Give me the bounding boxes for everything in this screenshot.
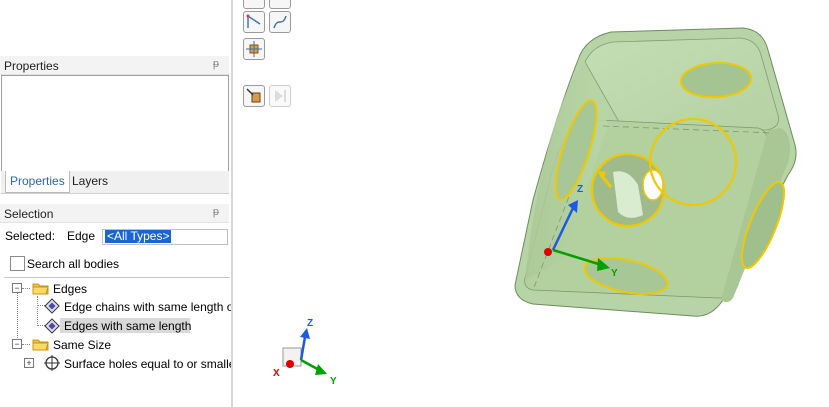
hole-front-large[interactable] — [590, 152, 666, 228]
view-orientation-triad[interactable]: Z Y X — [273, 318, 337, 387]
search-all-bodies-label: Search all bodies — [27, 257, 120, 271]
model-drawing[interactable]: Z Y Z Y X — [233, 0, 829, 407]
corner-axis-y-label: Y — [330, 376, 337, 387]
selection-panel-header[interactable]: Selection ᵽ — [0, 204, 229, 223]
tree-item-edge-chains[interactable]: Edge chains with same length o — [64, 300, 233, 314]
selection-panel-title: Selection — [4, 207, 54, 221]
corner-axis-x-label: X — [273, 368, 280, 379]
axis-z-label: Z — [577, 184, 583, 195]
tree-item-edges-same-length[interactable]: Edges with same length — [64, 319, 191, 333]
properties-content — [1, 75, 229, 172]
collapse-toggle[interactable]: − — [12, 339, 22, 349]
edge-group-icon — [44, 298, 60, 314]
axis-y-label: Y — [611, 268, 618, 279]
pin-icon[interactable]: ᵽ — [213, 206, 219, 218]
expand-toggle[interactable]: + — [24, 358, 34, 368]
collapse-toggle[interactable]: − — [12, 283, 22, 293]
left-panel: Properties ᵽ Properties Layers Selection… — [0, 0, 235, 407]
folder-icon — [32, 339, 49, 351]
pin-icon[interactable]: ᵽ — [213, 58, 219, 70]
tree-item-surface-holes[interactable]: Surface holes equal to or smalle — [64, 357, 235, 371]
tree-node-edges[interactable]: Edges — [53, 282, 87, 296]
selected-label: Selected: — [5, 229, 56, 243]
panel-tabs: Properties Layers — [1, 171, 229, 194]
divider — [4, 277, 230, 278]
properties-panel-title: Properties — [4, 59, 59, 73]
folder-icon — [32, 283, 49, 295]
properties-panel-header[interactable]: Properties ᵽ — [0, 56, 229, 75]
crosshair-hole-icon — [44, 355, 60, 371]
corner-axis-z-label: Z — [307, 318, 313, 329]
selected-type-value: Edge — [67, 229, 96, 243]
search-all-bodies-checkbox[interactable] — [10, 256, 25, 271]
type-filter-combo[interactable]: <All Types> — [102, 229, 228, 245]
type-filter-value: <All Types> — [105, 229, 172, 243]
tab-layers[interactable]: Layers — [68, 171, 112, 192]
tab-properties[interactable]: Properties — [5, 171, 70, 193]
tree-node-same-size[interactable]: Same Size — [53, 338, 111, 352]
3d-viewport[interactable]: Z Y Z Y X — [233, 0, 829, 407]
search-all-bodies-row[interactable]: Search all bodies — [0, 254, 229, 274]
edge-group-icon — [44, 318, 60, 334]
upper-empty-area — [0, 0, 229, 55]
